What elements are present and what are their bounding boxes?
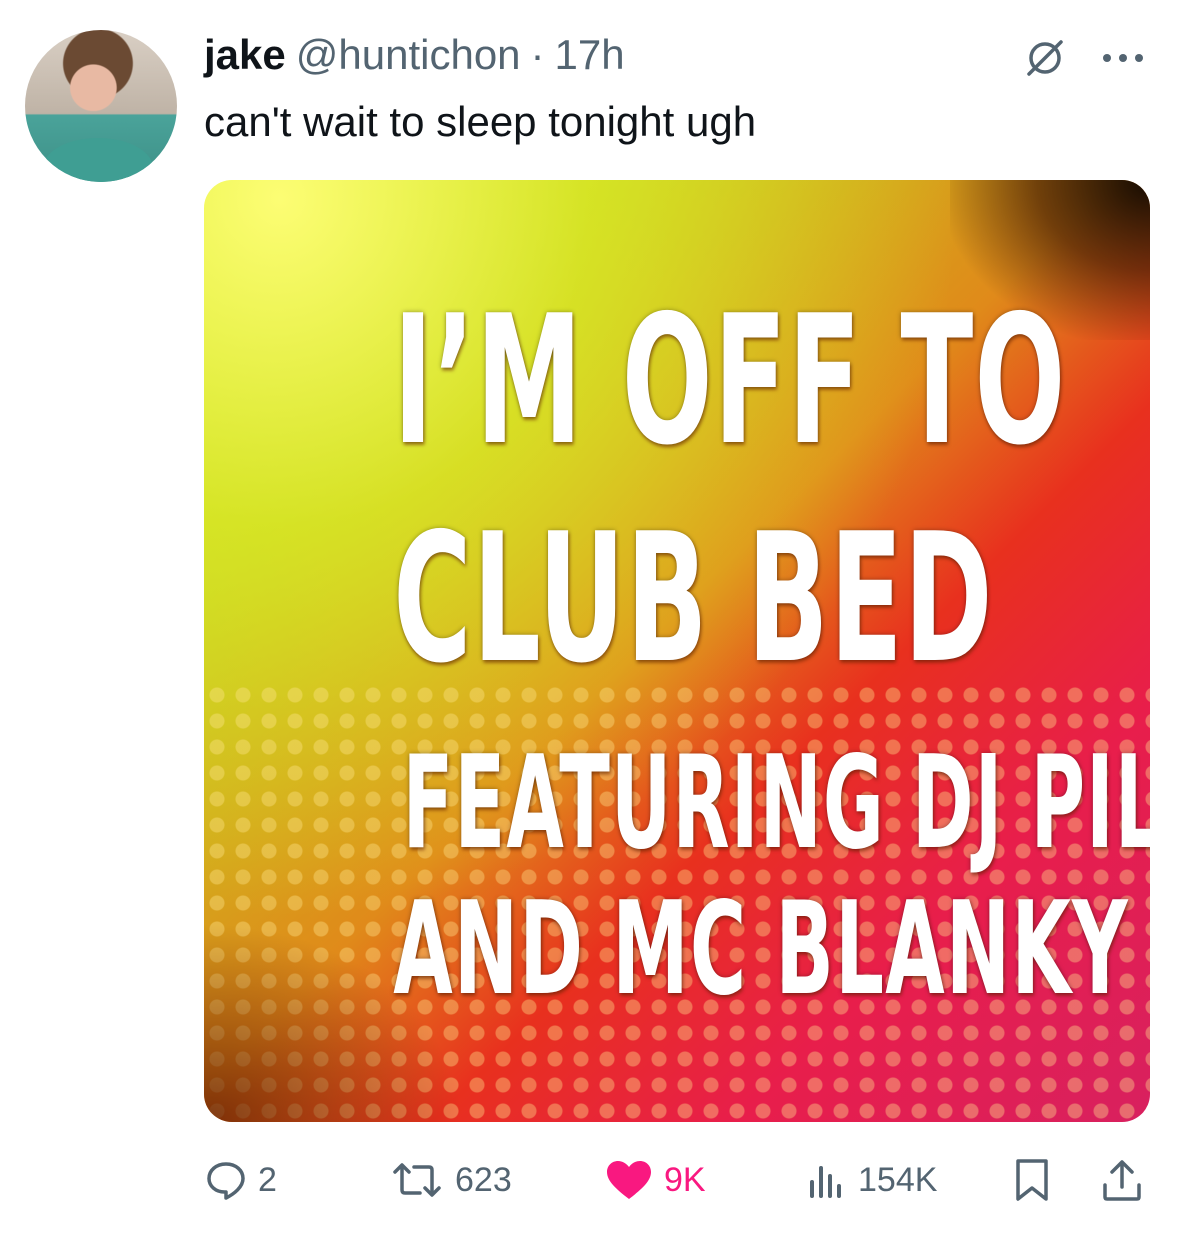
tweet-header: jake @huntichon · 17h: [204, 30, 625, 80]
separator-dot: ·: [530, 31, 545, 78]
share-icon: [1103, 1160, 1141, 1201]
bookmark-button[interactable]: [1012, 1150, 1052, 1210]
repost-icon: [393, 1163, 441, 1197]
top-icons: [1023, 36, 1145, 80]
avatar-shirt: [43, 138, 153, 182]
more-icon[interactable]: [1101, 52, 1145, 64]
like-count: 9K: [664, 1160, 706, 1199]
image-text-line-2: CLUB BED: [393, 495, 994, 702]
views-button[interactable]: 154K: [804, 1150, 937, 1210]
tweet-image[interactable]: I’M OFF TO CLUB BED FEATURING DJ PILLOW …: [204, 180, 1150, 1122]
bookmark-icon: [1016, 1159, 1048, 1201]
timestamp[interactable]: 17h: [555, 31, 625, 79]
views-count: 154K: [858, 1160, 938, 1199]
like-button[interactable]: 9K: [604, 1150, 706, 1210]
image-text-line-4: AND MC BLANKY: [393, 875, 1129, 1024]
like-icon: [607, 1161, 651, 1199]
image-text-line-1: I’M OFF TO: [393, 277, 1067, 484]
reply-icon: [207, 1162, 245, 1200]
reply-button[interactable]: 2: [204, 1150, 277, 1210]
reply-count: 2: [258, 1160, 277, 1199]
repost-count: 623: [455, 1160, 512, 1199]
avatar[interactable]: [25, 30, 177, 182]
share-button[interactable]: [1100, 1150, 1144, 1210]
repost-button[interactable]: 623: [389, 1150, 512, 1210]
author-name[interactable]: jake: [204, 31, 286, 79]
grok-icon[interactable]: [1023, 36, 1067, 80]
action-bar: 2 623 9K 154K: [204, 1150, 1150, 1210]
tweet-text: can't wait to sleep tonight ugh: [204, 98, 757, 145]
image-text-line-3: FEATURING DJ PILLOW: [402, 729, 1150, 878]
views-icon: [810, 1166, 841, 1198]
author-handle[interactable]: @huntichon: [296, 31, 521, 79]
